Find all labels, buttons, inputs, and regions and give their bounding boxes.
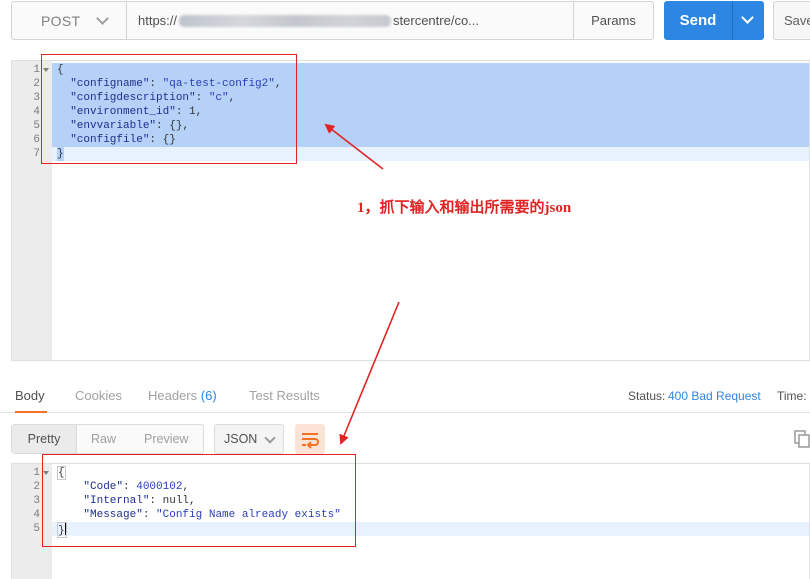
- arrow-to-request: [324, 123, 384, 170]
- annotation-note: 1，抓下输入和输出所需要的json: [357, 200, 572, 216]
- arrow-to-response: [339, 301, 400, 445]
- annotation-arrows: [324, 123, 400, 445]
